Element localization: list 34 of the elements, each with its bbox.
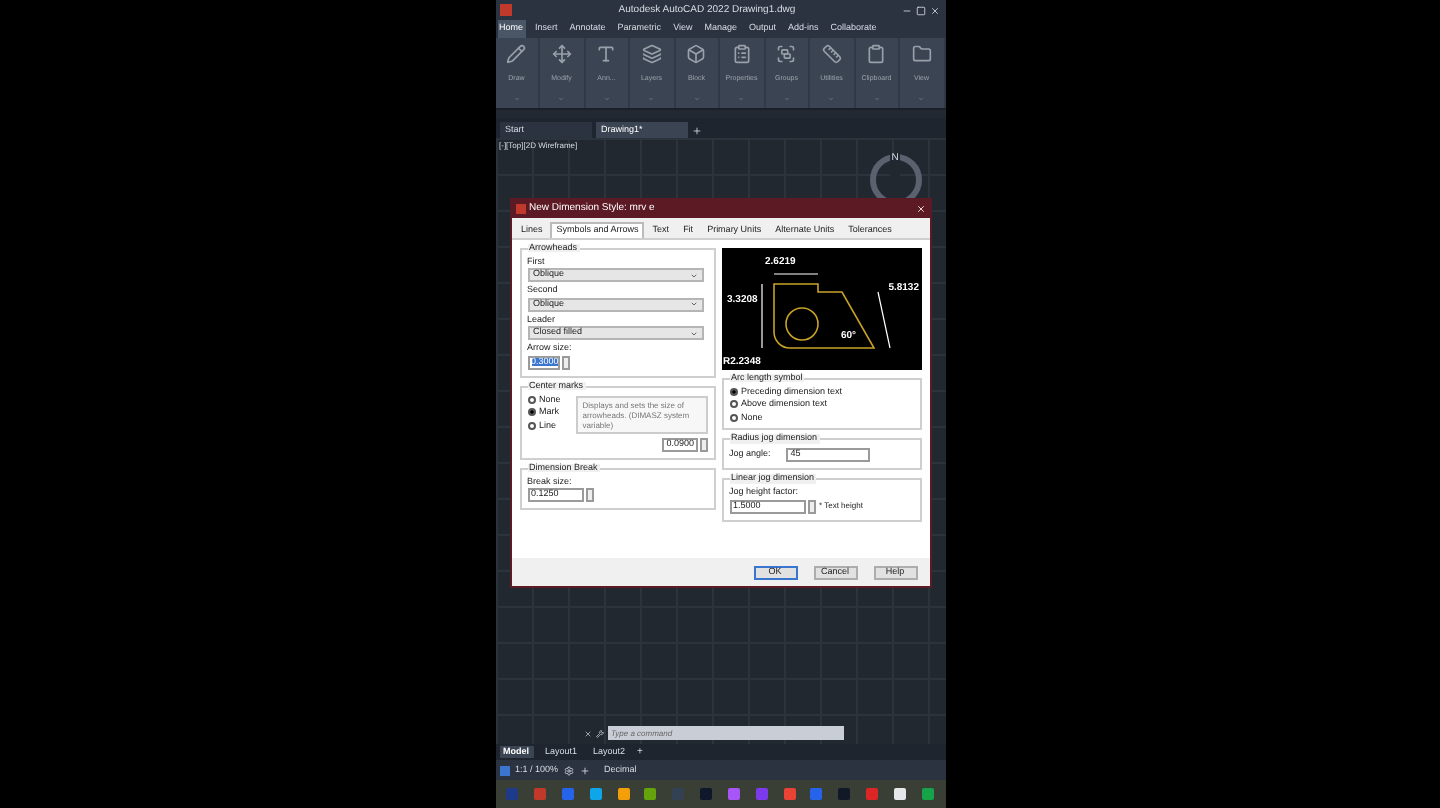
radio-button[interactable] (527, 408, 535, 417)
app-icon[interactable] (893, 788, 906, 800)
panel-icon (821, 44, 842, 64)
wrench-icon[interactable] (595, 729, 603, 737)
panel-icon (596, 44, 617, 64)
settings-icon[interactable] (564, 765, 575, 775)
minimize-icon[interactable] (902, 5, 913, 15)
radio-button[interactable] (729, 400, 737, 409)
spinner-button[interactable] (561, 355, 569, 369)
maximize-icon[interactable] (916, 5, 927, 15)
spinner-button[interactable] (585, 488, 593, 502)
app-icon[interactable] (589, 788, 602, 800)
app-icon[interactable] (617, 788, 630, 800)
spinner-button[interactable] (700, 437, 709, 451)
panel-icon (866, 44, 887, 64)
grid-toggle-icon[interactable] (499, 765, 509, 775)
panel-icon (911, 44, 932, 64)
panel-icon (686, 44, 707, 64)
panel-icon (776, 44, 797, 64)
panel-icon (731, 44, 752, 64)
new-tab-icon[interactable] (691, 126, 701, 136)
radio-button[interactable] (729, 413, 737, 422)
panel-icon (506, 44, 527, 64)
app-logo-icon[interactable] (499, 4, 511, 16)
plus-icon[interactable] (580, 765, 591, 775)
panel-icon (641, 44, 662, 64)
app-logo-icon (515, 204, 525, 214)
panel-icon (551, 44, 572, 64)
radio-button[interactable] (527, 395, 535, 404)
spinner-button[interactable] (807, 499, 815, 513)
radio-button[interactable] (729, 387, 737, 396)
radio-button[interactable] (527, 421, 535, 430)
drawing-canvas[interactable] (495, 138, 945, 744)
app-icon[interactable] (644, 788, 657, 800)
